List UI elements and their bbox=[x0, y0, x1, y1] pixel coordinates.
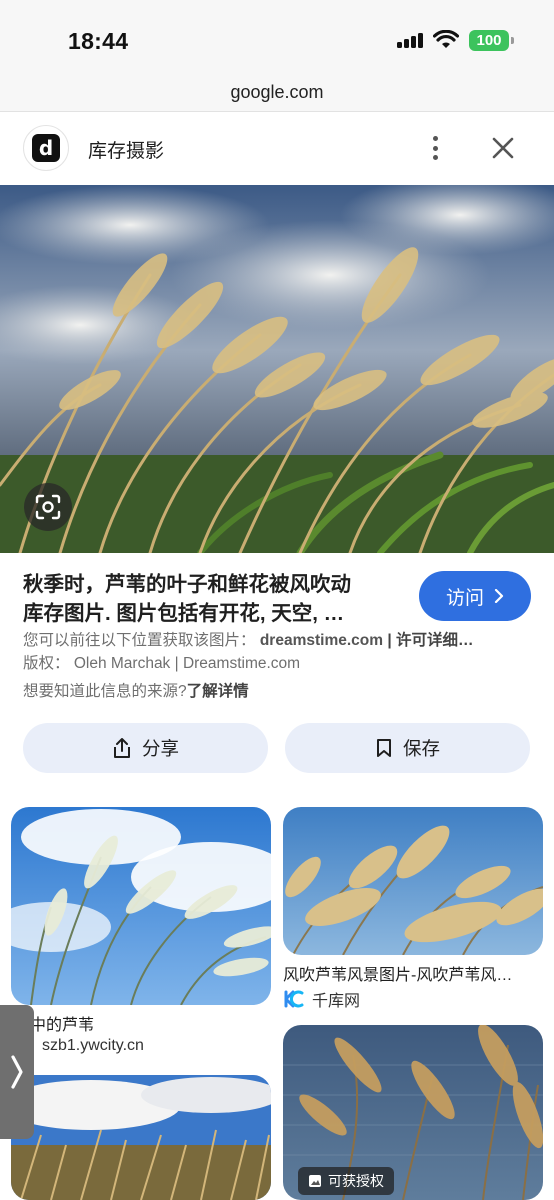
image-icon bbox=[309, 1175, 321, 1187]
chevron-right-icon bbox=[494, 589, 504, 603]
source-header: d 库存摄影 bbox=[0, 112, 554, 185]
related-source-1[interactable]: szb1.ywcity.cn bbox=[42, 1037, 144, 1055]
status-time: 18:44 bbox=[68, 28, 129, 54]
bookmark-icon bbox=[376, 739, 391, 757]
related-source-name-1: szb1.ywcity.cn bbox=[42, 1037, 144, 1054]
visit-button[interactable]: 访问 bbox=[419, 571, 531, 621]
qianku-logo-icon bbox=[284, 990, 304, 1008]
reed-field-photo bbox=[11, 1075, 271, 1200]
copyright-value: Oleh Marchak | Dreamstime.com bbox=[73, 655, 301, 672]
site-logo[interactable]: d bbox=[23, 125, 69, 171]
save-label: 保存 bbox=[402, 738, 440, 759]
visit-label: 访问 bbox=[445, 587, 484, 609]
source-question: 想要知道此信息的来源? bbox=[23, 683, 187, 700]
learn-more-link[interactable]: 了解详情 bbox=[187, 683, 249, 700]
result-title[interactable]: 秋季时，芦苇的叶子和鲜花被风吹动 库存图片. 图片包括有开花, 天空, … bbox=[23, 570, 393, 628]
reed-wind-photo bbox=[283, 807, 543, 955]
availability-site[interactable]: dreamstime.com bbox=[260, 632, 383, 649]
url-bar[interactable]: google.com bbox=[0, 78, 554, 112]
share-label: 分享 bbox=[141, 738, 179, 759]
lens-icon[interactable] bbox=[24, 483, 72, 531]
copyright-line: 版权： Oleh Marchak | Dreamstime.com bbox=[23, 651, 300, 673]
signal-icon bbox=[397, 32, 425, 48]
source-info-line: 想要知道此信息的来源?了解详情 bbox=[23, 679, 249, 701]
more-vert-icon[interactable] bbox=[420, 132, 450, 164]
result-title-line2[interactable]: 库存图片. 图片包括有开花, 天空, … bbox=[23, 599, 393, 628]
save-button[interactable]: 保存 bbox=[285, 723, 530, 773]
status-bar: 18:44 100 bbox=[0, 0, 554, 78]
related-image-2[interactable] bbox=[283, 807, 543, 955]
availability-line: 您可以前往以下位置获取该图片： dreamstime.com | 许可详细… bbox=[23, 628, 523, 650]
chevron-right-icon bbox=[11, 1055, 23, 1089]
share-icon bbox=[113, 738, 130, 758]
related-caption-1[interactable]: 中的芦苇 bbox=[30, 1011, 270, 1035]
availability-prefix: 您可以前往以下位置获取该图片： bbox=[23, 632, 256, 649]
related-image-1[interactable] bbox=[11, 807, 271, 1005]
battery-icon: 100 bbox=[469, 30, 509, 51]
reed-photo bbox=[0, 185, 554, 553]
wifi-icon bbox=[433, 30, 459, 48]
battery-level: 100 bbox=[476, 32, 502, 49]
main-image[interactable] bbox=[0, 185, 554, 553]
url-text[interactable]: google.com bbox=[230, 82, 323, 102]
battery-tip bbox=[511, 37, 514, 44]
license-badge-label: 可获授权 bbox=[328, 1173, 384, 1189]
related-source-name-2: 千库网 bbox=[312, 993, 361, 1010]
share-button[interactable]: 分享 bbox=[23, 723, 268, 773]
related-image-3[interactable] bbox=[11, 1075, 271, 1200]
site-logo-letter: d bbox=[32, 134, 60, 162]
reed-sky-photo bbox=[11, 807, 271, 1005]
site-name[interactable]: 库存摄影 bbox=[88, 136, 164, 163]
close-icon[interactable] bbox=[488, 132, 518, 164]
side-tab[interactable] bbox=[0, 1005, 34, 1139]
license-details-link[interactable]: | 许可详细… bbox=[383, 632, 473, 649]
license-badge: 可获授权 bbox=[298, 1167, 394, 1195]
related-caption-2[interactable]: 风吹芦苇风景图片-风吹芦苇风… bbox=[283, 961, 541, 985]
result-title-line1[interactable]: 秋季时，芦苇的叶子和鲜花被风吹动 bbox=[23, 570, 393, 599]
copyright-label: 版权： bbox=[23, 655, 70, 672]
related-source-2[interactable]: 千库网 bbox=[284, 987, 360, 1011]
